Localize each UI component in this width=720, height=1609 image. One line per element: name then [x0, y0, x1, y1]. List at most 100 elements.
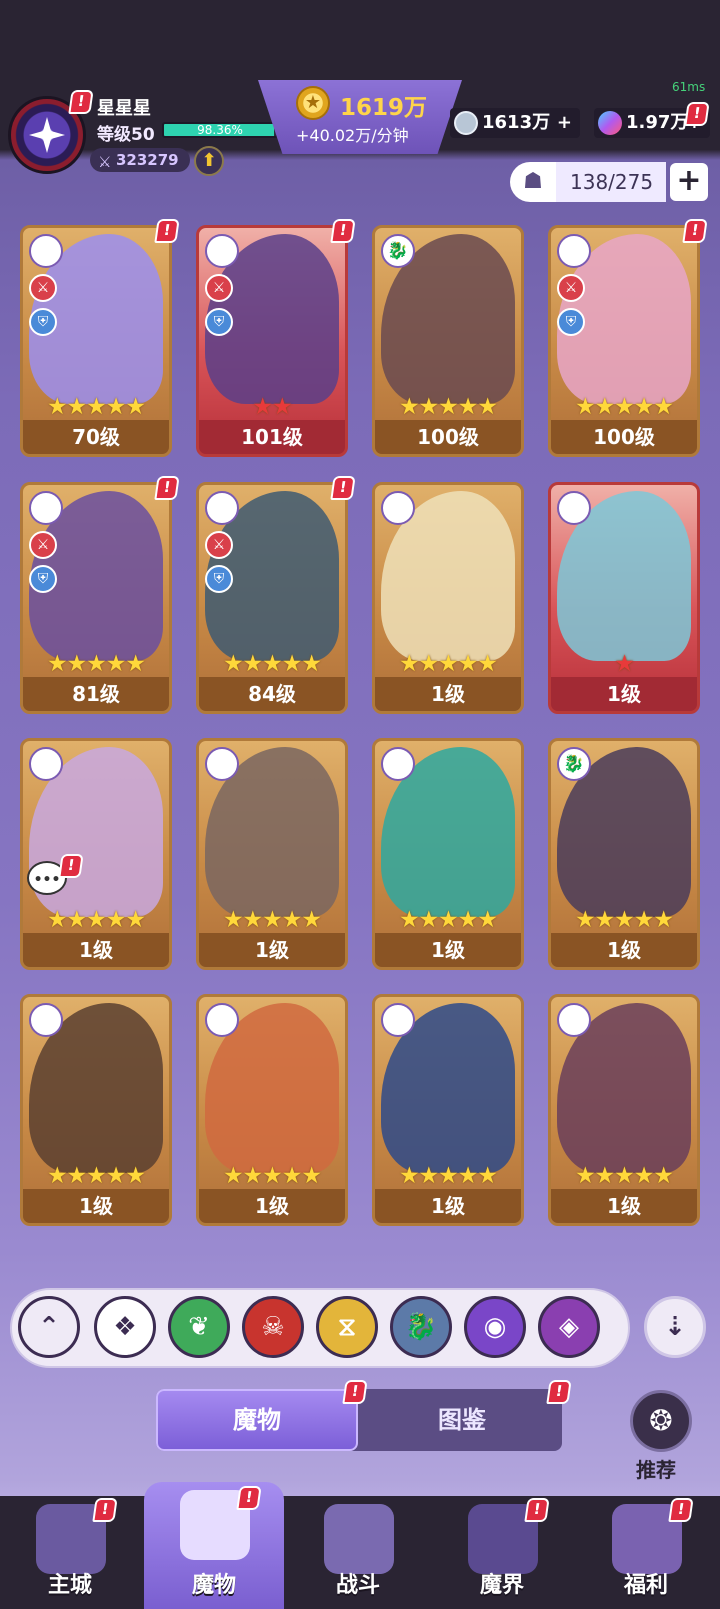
gold-rate: +40.02万/分钟: [296, 126, 409, 145]
monster-level: 1级: [375, 1189, 521, 1223]
faction-icon: ☠: [29, 1003, 63, 1037]
monster-level: 1级: [551, 677, 697, 711]
combat-power: ⚔ 323279: [90, 148, 190, 172]
nav-label: 主城: [47, 1573, 92, 1598]
attack-skill-icon: ⚔: [557, 274, 585, 302]
sort-button[interactable]: ⇣: [644, 1296, 706, 1358]
combat-power-value: 323279: [116, 151, 179, 169]
level-up-button[interactable]: ⬆: [194, 146, 224, 176]
nav-alert-badge: !: [92, 1498, 118, 1522]
card-alert-badge: !: [154, 219, 180, 243]
monster-level: 1级: [375, 933, 521, 967]
monster-card[interactable]: ☠ ★★★★★ 1级: [372, 994, 524, 1226]
shield-skill-icon: ⛨: [205, 308, 233, 336]
star-rating: ★★★★★: [23, 907, 169, 933]
nav-item[interactable]: 福利: [576, 1496, 716, 1609]
star-rating-value: ★★★★★: [222, 1163, 322, 1189]
nav-label: 战斗: [335, 1573, 380, 1598]
avatar-alert-badge: !: [68, 90, 94, 114]
xp-bar: 98.36%: [162, 122, 278, 138]
card-alert-badge: !: [330, 476, 356, 500]
star-rating: ★★★★★: [199, 651, 345, 677]
filter-all-icon[interactable]: ❖: [94, 1296, 156, 1358]
star-rating-value: ★: [614, 651, 635, 677]
gold-coin-icon: ★: [296, 86, 330, 120]
monster-card[interactable]: ☠ ★★★★★ 1级: [20, 994, 172, 1226]
filter-eye-icon[interactable]: ◉: [464, 1296, 526, 1358]
filter-arcane-icon[interactable]: ◈: [538, 1296, 600, 1358]
monster-bag-icon: ☗: [510, 162, 556, 202]
tab-monster-badge: !: [342, 1380, 368, 1404]
star-rating-value: ★★★★★: [222, 651, 322, 677]
faction-icon: ◉: [205, 747, 239, 781]
filter-demon-icon[interactable]: ☠: [242, 1296, 304, 1358]
monster-card[interactable]: ☠ ★★★★★ 1级: [196, 994, 348, 1226]
filter-dragon-icon[interactable]: 🐉: [390, 1296, 452, 1358]
monster-level: 84级: [199, 677, 345, 711]
faction-icon: ◈: [29, 234, 63, 268]
star-rating-value: ★★★★★: [46, 1163, 146, 1189]
star-rating: ★★★★★: [23, 394, 169, 420]
attack-skill-icon: ⚔: [205, 531, 233, 559]
nav-item[interactable]: 战斗: [288, 1496, 428, 1609]
nav-label: 福利: [623, 1573, 668, 1598]
faction-icon: ❦: [205, 491, 239, 525]
monster-level: 101级: [199, 420, 345, 454]
monster-card[interactable]: ⧖ ••• ★★★★★ 1级: [20, 738, 172, 970]
faction-icon: ◉: [381, 747, 415, 781]
faction-icon: ⧖: [557, 1003, 591, 1037]
monster-card[interactable]: ◉ ★★★★★ 1级: [372, 738, 524, 970]
nav-item[interactable]: 主城: [0, 1496, 140, 1609]
xp-percent: 98.36%: [197, 123, 243, 137]
filter-nature-icon[interactable]: ❦: [168, 1296, 230, 1358]
star-rating: ★★★★★: [551, 394, 697, 420]
star-rating: ★★★★★: [375, 1163, 521, 1189]
monster-level: 1级: [375, 677, 521, 711]
nav-alert-badge: !: [668, 1498, 694, 1522]
expand-capacity-button[interactable]: +: [670, 163, 708, 201]
nav-alert-badge: !: [236, 1486, 262, 1510]
nav-item[interactable]: 魔界: [432, 1496, 572, 1609]
monster-card[interactable]: 🐉 ★★★★★ 1级: [548, 738, 700, 970]
gem-icon: [598, 111, 622, 135]
monster-level: 1级: [551, 933, 697, 967]
monster-level: 100级: [375, 420, 521, 454]
monster-card[interactable]: ❦ ⚔ ⛨ ★★★★★ 84级: [196, 482, 348, 714]
filter-collapse-icon[interactable]: ⌃: [18, 1296, 80, 1358]
star-rating-value: ★★★★★: [574, 907, 674, 933]
shield-skill-icon: ⛨: [205, 565, 233, 593]
card-alert-badge: !: [58, 854, 84, 878]
monster-card[interactable]: ◉ ⚔ ⛨ ★★★★★ 81级: [20, 482, 172, 714]
star-rating-value: ★★★★★: [222, 907, 322, 933]
star-rating: ★★★★★: [375, 907, 521, 933]
silver-plus-icon[interactable]: +: [557, 108, 572, 138]
gold-value: 1619万: [340, 95, 428, 121]
nav-alert-badge: !: [524, 1498, 550, 1522]
tab-monster[interactable]: 魔物: [156, 1389, 358, 1451]
tab-codex-badge: !: [546, 1380, 572, 1404]
monster-card[interactable]: ❦ ★★★★★ 1级: [372, 482, 524, 714]
recommend-label: 推荐: [636, 1458, 676, 1482]
player-level: 等级50: [97, 125, 155, 145]
monster-card[interactable]: ⧖ ★★★★★ 1级: [548, 994, 700, 1226]
shield-skill-icon: ⛨: [29, 308, 57, 336]
star-rating: ★★★★★: [551, 907, 697, 933]
silver-coin-icon: [454, 111, 478, 135]
tab-codex[interactable]: 图鉴: [362, 1389, 562, 1451]
monster-card[interactable]: 🐉 ★★★★★ 100级: [372, 225, 524, 457]
faction-icon: 🐉: [381, 234, 415, 268]
monster-card[interactable]: ⧖ ⚔ ⛨ ★★ 101级: [196, 225, 348, 457]
monster-card[interactable]: ⧖ ★ 1级: [548, 482, 700, 714]
monster-card[interactable]: ◉ ⚔ ⛨ ★★★★★ 100级: [548, 225, 700, 457]
faction-icon: ⧖: [29, 747, 63, 781]
nav-icon: [324, 1504, 394, 1574]
gem-alert-badge: !: [684, 102, 710, 126]
monster-card[interactable]: ◉ ★★★★★ 1级: [196, 738, 348, 970]
monster-level: 70级: [23, 420, 169, 454]
monster-card[interactable]: ◈ ⚔ ⛨ ★★★★★ 70级: [20, 225, 172, 457]
nav-item[interactable]: 魔物: [144, 1482, 284, 1609]
filter-time-icon[interactable]: ⧖: [316, 1296, 378, 1358]
recommend-icon[interactable]: ❂: [630, 1390, 692, 1452]
silver-currency[interactable]: 1613万 +: [450, 108, 580, 138]
star-rating: ★★★★★: [23, 1163, 169, 1189]
